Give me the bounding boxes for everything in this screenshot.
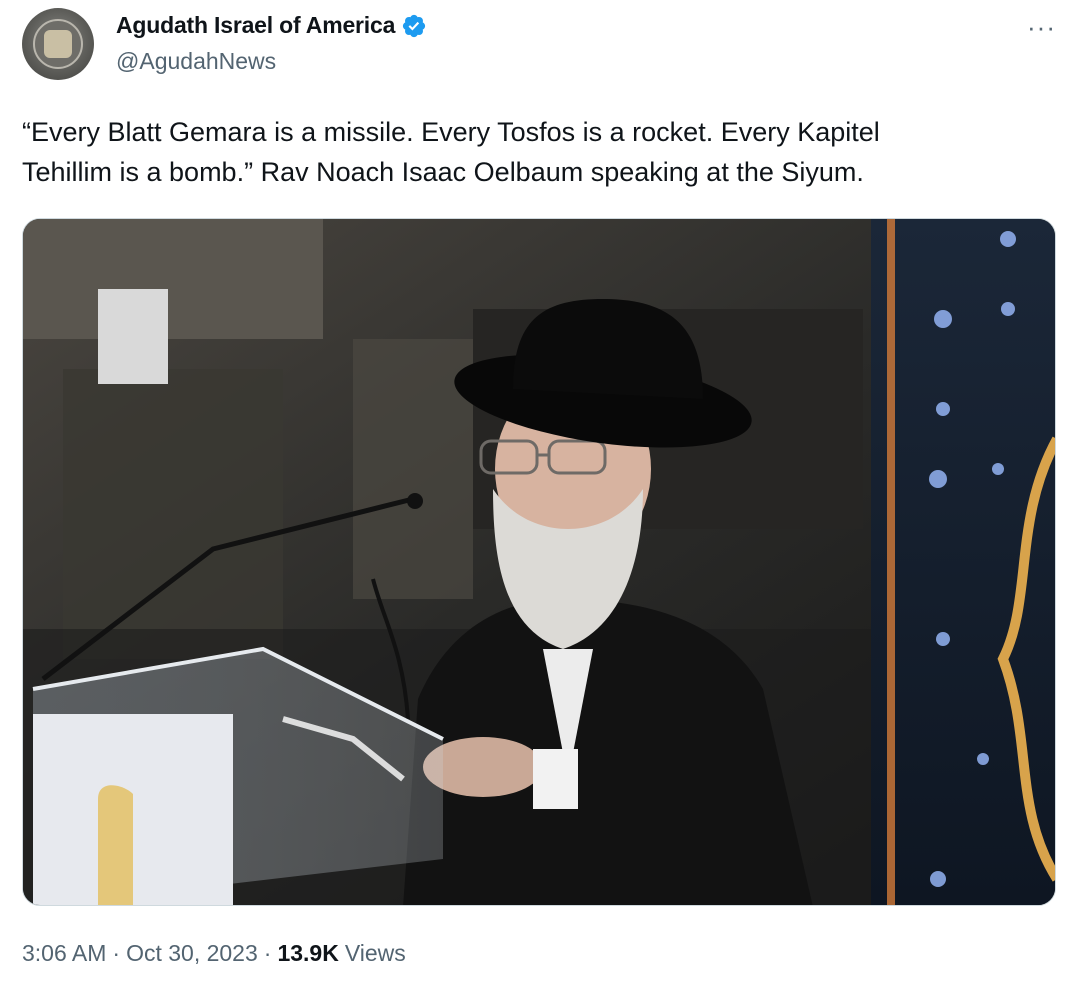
avatar[interactable]: [22, 8, 94, 80]
meta-separator: ·: [112, 940, 121, 966]
tweet-date[interactable]: Oct 30, 2023: [126, 940, 258, 967]
tweet-meta: 3:06 AM · Oct 30, 2023 · 13.9K Views: [22, 940, 406, 967]
tweet-time[interactable]: 3:06 AM: [22, 940, 106, 967]
verified-badge-icon: [403, 14, 426, 37]
tweet-photo[interactable]: [22, 218, 1056, 906]
tweet-text-line: Tehillim is a bomb.” Rav Noach Isaac Oel…: [22, 157, 864, 187]
speaker-photo: [23, 219, 1055, 905]
avatar-logo: [33, 19, 83, 69]
tweet-text-line: “Every Blatt Gemara is a missile. Every …: [22, 117, 880, 147]
author-row: Agudath Israel of America: [116, 12, 427, 39]
meta-separator: ·: [263, 940, 272, 966]
views-count: 13.9K: [277, 940, 339, 966]
avatar-emblem: [44, 30, 72, 58]
more-options-icon[interactable]: ···: [1027, 12, 1056, 43]
tweet-text: “Every Blatt Gemara is a missile. Every …: [22, 112, 1042, 192]
author-handle[interactable]: @AgudahNews: [116, 48, 276, 75]
views-label: Views: [344, 940, 406, 966]
author-name[interactable]: Agudath Israel of America: [116, 12, 395, 39]
